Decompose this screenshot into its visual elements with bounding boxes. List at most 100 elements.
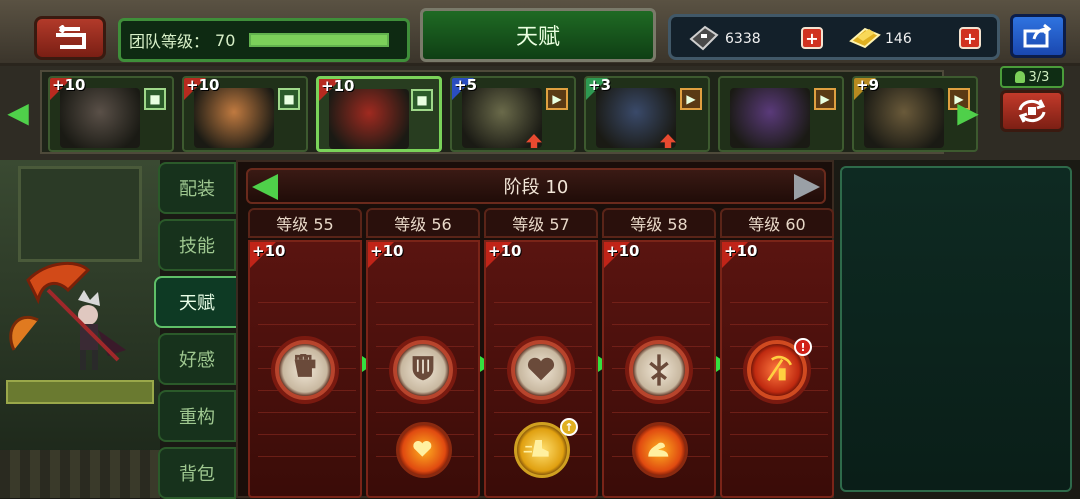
hero-portrait [864,88,944,148]
character-platform [6,380,154,404]
talent-level-requirement: 等级 55 [248,208,362,238]
upgrade-badge-icon: ↑ [560,418,578,436]
attacker-role-icon: ▶ [680,88,702,110]
talent-column: 等级 56 +10 [366,208,480,498]
circuit-trace [258,412,356,413]
squad-count-text: 3/3 [1028,69,1050,85]
hero-portrait [329,89,409,149]
hero-level: +10 [321,77,355,95]
circuit-trace [258,324,356,325]
circuit-trace [376,302,474,303]
talent-column: 等级 57 +10 ↑ [484,208,598,498]
talent-level-requirement: 等级 60 [720,208,834,238]
circuit-trace [730,302,828,303]
team-level-panel: 团队等级： 70 [118,18,410,62]
hero-portrait [60,88,140,148]
circuit-trace [730,456,828,457]
talent-slot: +10 [366,240,480,498]
talent-level-requirement: 等级 58 [602,208,716,238]
gem-icon [689,25,719,55]
hero-level: +10 [52,76,86,94]
share-button[interactable] [1010,14,1066,58]
swap-icon [1018,99,1046,123]
talent-level-requirement: 等级 56 [366,208,480,238]
talent-column: 等级 55 +10 [248,208,362,498]
share-icon [1023,23,1052,48]
hero-level: +10 [186,76,220,94]
talent-slot: +10 ↑ [484,240,598,498]
alert-badge-icon: ! [794,338,812,356]
team-level-value: 70 [215,30,236,50]
talent-plus-level: +10 [488,242,522,260]
hero-level: +9 [856,76,880,94]
talent-column: 等级 58 +10 [602,208,716,498]
heart-icon[interactable] [511,340,571,400]
talent-plus-level: +10 [370,242,404,260]
add-gold-button[interactable]: + [959,27,981,49]
attacker-role-icon: ▶ [814,88,836,110]
circuit-trace [612,324,710,325]
tab-3[interactable]: 好感 [158,333,236,385]
circuit-trace [258,302,356,303]
gold-count: 146 [885,31,912,47]
shield-icon[interactable] [393,340,453,400]
talent-info-panel [840,166,1072,492]
sword-icon[interactable] [629,340,689,400]
flex-arm-icon[interactable] [632,422,688,478]
tab-0[interactable]: 配装 [158,162,236,214]
circuit-trace [730,324,828,325]
character-preview [0,160,160,498]
circuit-trace [494,412,592,413]
circuit-trace [258,434,356,435]
team-level-label: 团队等级： [129,32,210,51]
swap-squad-button[interactable] [1000,90,1064,132]
fist-icon[interactable] [275,340,335,400]
currency-panel: 6338 + 146 + [668,14,1000,60]
circuit-trace [612,302,710,303]
roster-next-arrow-icon[interactable]: ▶ [954,92,982,132]
circuit-trace [494,324,592,325]
hero-card[interactable]: +10 ■ [48,76,174,152]
talent-column: 等级 60 +10! [720,208,834,498]
defender-role-icon: ■ [144,88,166,110]
circuit-trace [612,412,710,413]
hero-portrait [194,88,274,148]
circuit-trace [730,412,828,413]
hero-roster: +10 ■ +10 ■ +10 ■ +5 ▶ +3 ▶ ▶ +9 ▶ [40,70,978,154]
hero-card[interactable]: +3 ▶ [584,76,710,152]
talent-level-requirement: 等级 57 [484,208,598,238]
character-sprite [9,261,126,370]
floor-grate [0,450,160,498]
hero-level: +3 [588,76,612,94]
talent-plus-level: +10 [252,242,286,260]
hero-level: +5 [454,76,478,94]
background-machinery [18,166,142,262]
stage-next-arrow-icon[interactable] [794,174,820,200]
circuit-trace [494,302,592,303]
stage-label: 阶段 10 [503,177,569,198]
tab-2[interactable]: 天赋 [154,276,240,328]
page-title: 天赋 [420,8,656,62]
hero-card[interactable]: ▶ [718,76,844,152]
talent-slot: +10 [602,240,716,498]
tab-1[interactable]: 技能 [158,219,236,271]
circuit-trace [730,434,828,435]
tab-5[interactable]: 背包 [158,447,236,499]
stage-selector: 阶段 10 [246,168,826,204]
roster-prev-arrow-icon[interactable]: ◀ [4,92,32,132]
squad-count-badge: 3/3 [1000,66,1064,88]
team-level-progress-bar [249,33,390,47]
add-gems-button[interactable]: + [801,27,823,49]
tab-4[interactable]: 重构 [158,390,236,442]
stage-prev-arrow-icon[interactable] [252,174,278,200]
talent-plus-level: +10 [606,242,640,260]
back-button[interactable] [34,16,106,60]
back-arrow-icon [56,25,86,49]
hero-portrait [730,88,810,148]
hero-card[interactable]: +10 ■ [182,76,308,152]
hero-card[interactable]: +10 ■ [316,76,442,152]
hero-card[interactable]: +5 ▶ [450,76,576,152]
person-icon [1014,71,1025,83]
heart-burst-icon[interactable] [396,422,452,478]
talent-slot: +10! [720,240,834,498]
